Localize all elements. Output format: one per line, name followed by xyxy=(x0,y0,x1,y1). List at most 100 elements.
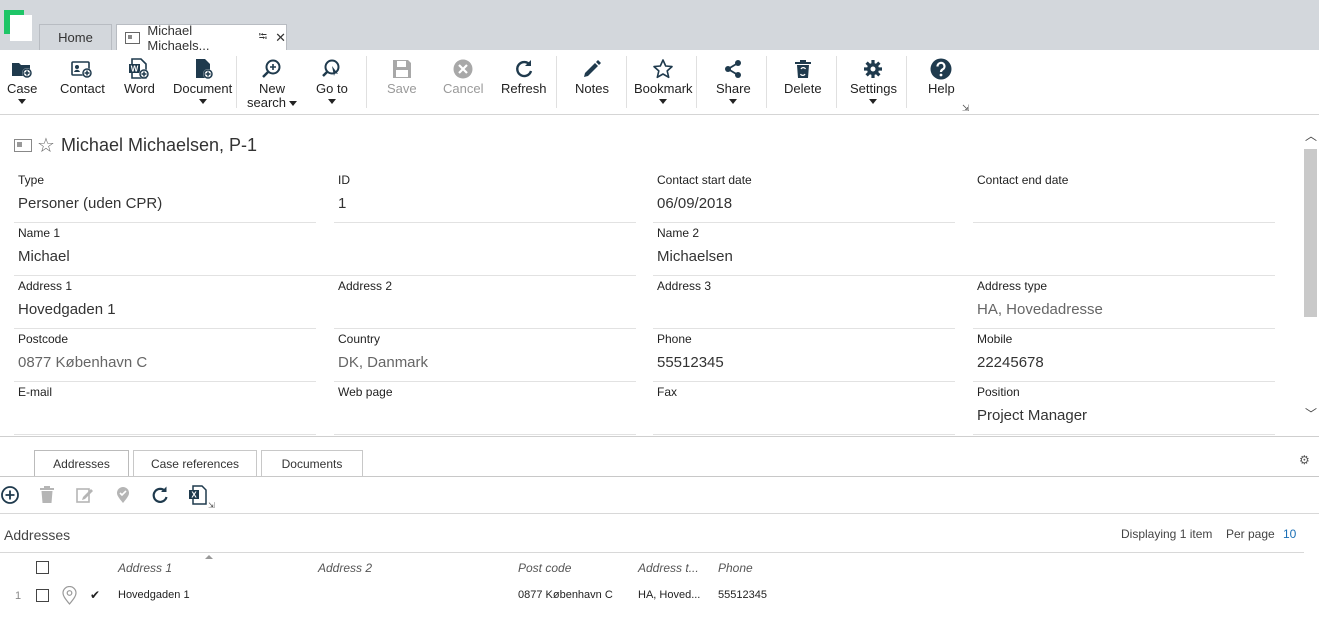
cancel-label: Cancel xyxy=(443,81,484,96)
save-button[interactable]: Save xyxy=(387,56,417,96)
close-tab-icon[interactable]: ✕ xyxy=(275,30,286,46)
per-page-select[interactable]: 10 xyxy=(1283,527,1296,541)
gear-icon[interactable]: ⚙ xyxy=(1299,453,1310,467)
mobile-field[interactable]: Mobile 22245678 xyxy=(973,332,1275,382)
column-header-phone[interactable]: Phone xyxy=(718,561,753,575)
position-field[interactable]: Position Project Manager xyxy=(973,385,1275,435)
email-field[interactable]: E-mail xyxy=(14,385,316,435)
address-type-field[interactable]: Address type HA, Hovedadresse xyxy=(973,279,1275,329)
address3-field[interactable]: Address 3 xyxy=(653,279,955,329)
contact-card-icon xyxy=(14,139,32,152)
select-all-checkbox[interactable] xyxy=(36,561,49,574)
edit-icon[interactable] xyxy=(75,485,95,505)
excel-export-icon[interactable]: X xyxy=(188,485,208,505)
tab-contact-record[interactable]: Michael Michaels... ⭾ ✕ xyxy=(116,22,287,53)
settings-button[interactable]: Settings xyxy=(850,56,897,104)
case-label: Case xyxy=(7,81,38,96)
new-search-button[interactable]: New search xyxy=(247,56,298,110)
document-button[interactable]: Document xyxy=(173,56,232,104)
sort-asc-icon xyxy=(205,555,213,559)
trash-icon[interactable] xyxy=(37,485,57,505)
gear-icon xyxy=(863,56,883,82)
cell-address-type: HA, Hoved... xyxy=(638,589,701,601)
share-button[interactable]: Share xyxy=(716,56,751,104)
toolbar-divider xyxy=(906,56,907,108)
tab-bar: Home Michael Michaels... ⭾ ✕ xyxy=(0,0,1319,53)
pin-icon[interactable]: ⭾ xyxy=(259,28,267,47)
location-check-icon[interactable] xyxy=(113,485,133,505)
chevron-down-icon xyxy=(869,99,878,104)
column-header-address-type[interactable]: Address t... xyxy=(638,561,699,575)
contact-add-icon xyxy=(71,56,93,82)
scrollbar-thumb[interactable] xyxy=(1304,149,1317,317)
search-add-icon xyxy=(261,56,283,82)
help-button[interactable]: Help xyxy=(928,56,955,96)
refresh-icon[interactable] xyxy=(150,485,170,505)
word-button[interactable]: W Word xyxy=(124,56,155,96)
name1-field[interactable]: Name 1 Michael xyxy=(14,226,636,276)
word-document-icon: W xyxy=(128,56,150,82)
row-checkbox[interactable] xyxy=(36,589,49,602)
contact-button[interactable]: Contact xyxy=(60,56,105,96)
cancel-circle-icon xyxy=(453,56,473,82)
search-cursor-icon xyxy=(321,56,343,82)
web-page-field[interactable]: Web page xyxy=(334,385,636,435)
share-icon xyxy=(723,56,743,82)
contact-form: ☆ Michael Michaelsen, P-1 Type Personer … xyxy=(0,115,1302,437)
case-button[interactable]: Case xyxy=(7,56,37,104)
panel-divider[interactable] xyxy=(0,436,1319,437)
tab-home[interactable]: Home xyxy=(39,24,112,50)
refresh-label: Refresh xyxy=(501,81,547,96)
chevron-down-icon xyxy=(659,99,668,104)
share-label: Share xyxy=(716,81,751,96)
column-header-postcode[interactable]: Post code xyxy=(518,561,571,575)
fax-field[interactable]: Fax xyxy=(653,385,955,435)
svg-text:W: W xyxy=(131,65,139,74)
form-scrollbar[interactable]: ︿ ﹀ xyxy=(1302,115,1319,437)
address1-field[interactable]: Address 1 Hovedgaden 1 xyxy=(14,279,316,329)
chevron-down-icon xyxy=(729,99,738,104)
notes-button[interactable]: Notes xyxy=(575,56,609,96)
tab-case-references[interactable]: Case references xyxy=(133,450,257,477)
contact-start-date-field[interactable]: Contact start date 06/09/2018 xyxy=(653,173,955,223)
type-field[interactable]: Type Personer (uden CPR) xyxy=(14,173,316,223)
bookmark-button[interactable]: Bookmark xyxy=(634,56,693,104)
displaying-count: Displaying 1 item xyxy=(1121,527,1213,541)
expand-corner-icon[interactable]: ⇲ xyxy=(962,103,970,114)
settings-label: Settings xyxy=(850,81,897,96)
id-field[interactable]: ID 1 xyxy=(334,173,636,223)
checkmark-icon: ✔ xyxy=(90,588,101,602)
tab-addresses[interactable]: Addresses xyxy=(34,450,129,477)
cell-address1: Hovedgaden 1 xyxy=(118,589,190,601)
tab-contact-label: Michael Michaels... xyxy=(147,22,210,53)
record-header: ☆ Michael Michaelsen, P-1 xyxy=(14,135,257,156)
cell-postcode: 0877 København C xyxy=(518,589,613,601)
grid-toolbar: X ⇲ xyxy=(0,477,1319,514)
expand-corner-icon[interactable]: ⇲ xyxy=(208,501,215,510)
refresh-icon xyxy=(514,56,534,82)
phone-field[interactable]: Phone 55512345 xyxy=(653,332,955,382)
location-pin-icon[interactable] xyxy=(62,585,77,610)
tab-documents[interactable]: Documents xyxy=(261,450,363,477)
column-header-address1[interactable]: Address 1 xyxy=(118,561,172,575)
cell-phone: 55512345 xyxy=(718,589,767,601)
chevron-up-icon[interactable]: ︿ xyxy=(1305,127,1317,144)
column-header-address2[interactable]: Address 2 xyxy=(318,561,372,575)
new-search-label: New search xyxy=(247,82,298,110)
contact-end-date-field[interactable]: Contact end date xyxy=(973,173,1275,223)
chevron-down-icon[interactable]: ﹀ xyxy=(1305,405,1317,422)
postcode-field[interactable]: Postcode 0877 København C xyxy=(14,332,316,382)
address2-field[interactable]: Address 2 xyxy=(334,279,636,329)
toolbar-divider xyxy=(556,56,557,108)
add-circle-icon[interactable] xyxy=(0,485,20,505)
star-icon[interactable]: ☆ xyxy=(37,136,55,156)
trash-recycle-icon xyxy=(793,56,813,82)
notes-label: Notes xyxy=(575,81,609,96)
delete-label: Delete xyxy=(784,81,822,96)
refresh-button[interactable]: Refresh xyxy=(501,56,547,96)
cancel-button[interactable]: Cancel xyxy=(443,56,483,96)
country-field[interactable]: Country DK, Danmark xyxy=(334,332,636,382)
name2-field[interactable]: Name 2 Michaelsen xyxy=(653,226,1275,276)
goto-button[interactable]: Go to xyxy=(316,56,348,104)
delete-button[interactable]: Delete xyxy=(784,56,822,96)
